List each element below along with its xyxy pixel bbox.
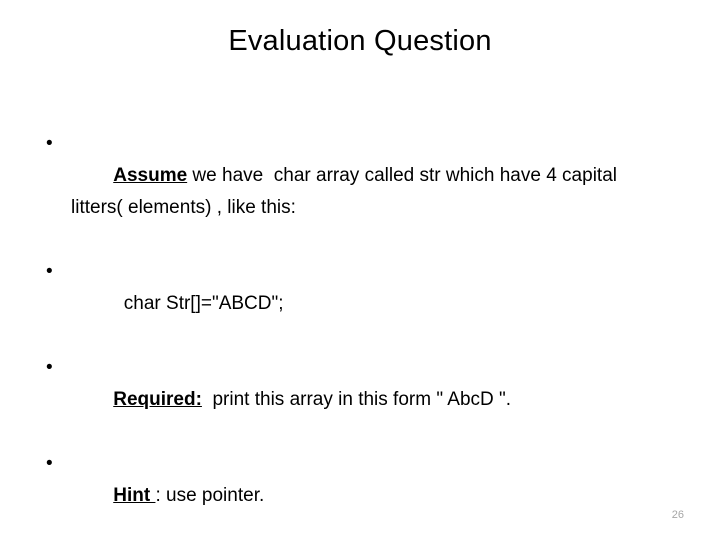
bullet-list: • Assume we have char array called str wh… (38, 128, 658, 544)
list-item: • Hint : use pointer. (38, 448, 658, 544)
bullet-point-icon: • (46, 453, 53, 474)
bullet-point-icon: • (46, 133, 53, 154)
page-number: 26 (671, 509, 684, 521)
slide-canvas: Evaluation Question • Assume we have char… (0, 0, 720, 540)
bullet-point-icon: • (46, 261, 53, 282)
slide-body: • Assume we have char array called str wh… (38, 128, 658, 544)
bullet-point-icon: • (46, 357, 53, 378)
bullet-text: char Str[]="ABCD"; (113, 293, 284, 314)
bullet-keyword: Assume (113, 165, 188, 186)
list-item: • char Str[]="ABCD"; (38, 256, 658, 352)
bullet-text: print this array in this form " AbcD ". (201, 389, 512, 410)
list-item: • Required: print this array in this form… (38, 352, 658, 448)
bullet-keyword: Hint (113, 485, 156, 506)
bullet-text: : use pointer. (155, 485, 265, 506)
page-title: Evaluation Question (228, 25, 492, 57)
bullet-keyword: Required: (113, 389, 202, 410)
list-item: • Assume we have char array called str wh… (38, 128, 658, 256)
